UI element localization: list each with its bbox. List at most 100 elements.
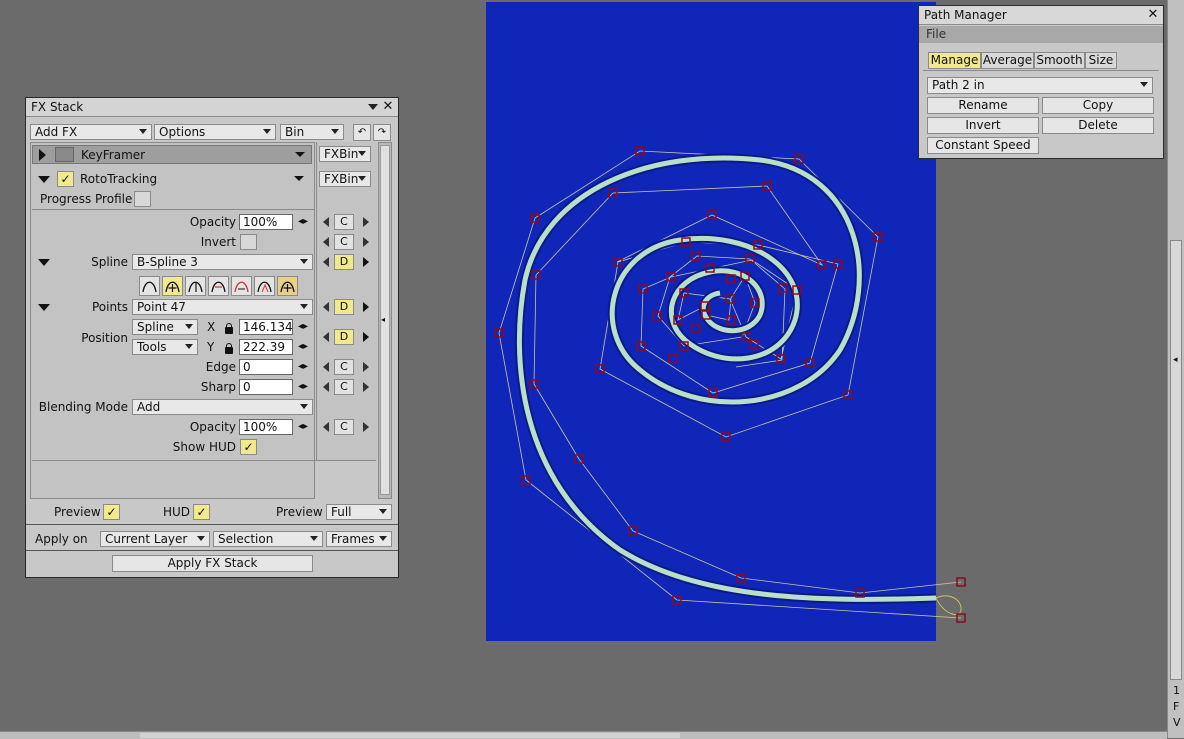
next-key-icon[interactable] — [363, 362, 369, 372]
smooth-shape-icon[interactable] — [208, 276, 229, 296]
apply-fx-stack-button[interactable]: Apply FX Stack — [112, 555, 313, 572]
points-label: Points — [91, 300, 128, 314]
keyframer-enable-checkbox[interactable] — [55, 147, 74, 162]
close-icon[interactable]: ✕ — [381, 98, 395, 116]
sharp-shape-icon[interactable] — [254, 276, 275, 296]
show-hud-checkbox[interactable]: ✓ — [240, 439, 257, 455]
opacity-input[interactable]: 100% — [239, 214, 293, 230]
rename-button[interactable]: Rename — [927, 97, 1039, 114]
copy-button[interactable]: Copy — [1042, 97, 1154, 114]
invert-checkbox[interactable] — [240, 234, 257, 250]
next-key-icon[interactable] — [363, 382, 369, 392]
blending-mode-dropdown[interactable]: Add — [132, 399, 313, 415]
position-keyframe-button[interactable]: D — [334, 329, 354, 345]
spline-keyframe-button[interactable]: D — [334, 254, 354, 270]
keyframer-row[interactable]: KeyFramer — [32, 145, 312, 164]
apply-selection-dropdown[interactable]: Selection — [213, 531, 323, 547]
expand-icon[interactable] — [39, 149, 46, 161]
prev-key-icon[interactable] — [323, 362, 329, 372]
position-x-input[interactable]: 146.134 — [239, 319, 293, 335]
keyframer-fxbin-dropdown[interactable]: FXBin — [319, 146, 371, 162]
apply-frames-dropdown[interactable]: Frames — [326, 531, 392, 547]
preview-mode-dropdown[interactable]: Full — [326, 504, 392, 520]
apply-layer-dropdown[interactable]: Current Layer — [100, 531, 210, 547]
tab-size[interactable]: Size — [1085, 52, 1117, 69]
tangent-shape-icon[interactable] — [185, 276, 206, 296]
drag-arrows-icon[interactable]: ◂▸ — [298, 341, 308, 353]
drag-arrows-icon[interactable]: ◂▸ — [298, 216, 308, 228]
params-divider — [32, 209, 314, 210]
sharp-keyframe-button[interactable]: C — [334, 379, 354, 395]
invert-button[interactable]: Invert — [927, 117, 1039, 134]
bin-dropdown[interactable]: Bin — [280, 124, 344, 140]
next-key-icon[interactable] — [363, 217, 369, 227]
panel-menu-icon[interactable] — [368, 104, 378, 110]
scroll-thumb[interactable] — [1170, 240, 1182, 680]
next-key-icon[interactable] — [363, 422, 369, 432]
opacity2-keyframe-button[interactable]: C — [334, 419, 354, 435]
right-scrollbar[interactable]: ◂ 1 F V — [1167, 0, 1184, 738]
position-x-mode-dropdown[interactable]: Spline — [132, 319, 198, 335]
spline-collapse-icon[interactable] — [38, 259, 50, 266]
options-dropdown[interactable]: Options — [154, 124, 276, 140]
drag-arrows-icon[interactable]: ◂▸ — [298, 381, 308, 393]
lock-icon[interactable] — [225, 323, 233, 334]
preview-checkbox[interactable]: ✓ — [103, 504, 120, 520]
add-point-shape-icon[interactable] — [162, 276, 183, 296]
points-keyframe-button[interactable]: D — [334, 299, 354, 315]
constant-speed-button[interactable]: Constant Speed — [927, 137, 1039, 154]
points-collapse-icon[interactable] — [38, 304, 50, 311]
delete-button[interactable]: Delete — [1042, 117, 1154, 134]
hud-checkbox[interactable]: ✓ — [193, 504, 210, 520]
rototracking-enable-checkbox[interactable]: ✓ — [57, 171, 74, 187]
position-y-input[interactable]: 222.39 — [239, 339, 293, 355]
next-key-icon[interactable] — [363, 237, 369, 247]
rototracking-fxbin-dropdown[interactable]: FXBin — [319, 171, 371, 187]
drag-arrows-icon[interactable]: ◂▸ — [298, 321, 308, 333]
prev-key-icon[interactable] — [323, 382, 329, 392]
undo-icon[interactable]: ↶ — [353, 124, 371, 141]
collapse-icon[interactable] — [38, 176, 50, 183]
prev-key-icon[interactable] — [323, 422, 329, 432]
chevron-down-icon[interactable] — [295, 152, 305, 157]
redo-icon[interactable]: ↷ — [373, 124, 391, 141]
opacity2-input[interactable]: 100% — [239, 419, 293, 435]
invert-keyframe-button[interactable]: C — [334, 234, 354, 250]
drag-arrows-icon[interactable]: ◂▸ — [298, 361, 308, 373]
fx-stack-panel: FX Stack ✕ Add FX Options Bin ↶ ↷ ◂ KeyF… — [25, 97, 399, 578]
prev-key-icon[interactable] — [323, 257, 329, 267]
fx-list-scrollbar[interactable]: ◂ — [378, 142, 392, 499]
next-key-icon[interactable] — [363, 332, 369, 342]
lock-icon[interactable] — [225, 343, 233, 354]
bezier-shape-icon[interactable] — [139, 276, 160, 296]
edge-input[interactable]: 0 — [239, 359, 293, 375]
drag-arrows-icon[interactable]: ◂▸ — [298, 421, 308, 433]
position-label: Position — [81, 331, 128, 345]
prev-key-icon[interactable] — [323, 332, 329, 342]
sharp-input[interactable]: 0 — [239, 379, 293, 395]
prev-key-icon[interactable] — [323, 237, 329, 247]
close-icon[interactable]: ✕ — [1146, 6, 1160, 24]
prev-key-icon[interactable] — [323, 302, 329, 312]
progress-profile-button[interactable] — [134, 191, 151, 207]
rototracking-label: RotoTracking — [80, 172, 158, 186]
edge-keyframe-button[interactable]: C — [334, 359, 354, 375]
points-dropdown[interactable]: Point 47 — [132, 299, 313, 315]
file-menu[interactable]: File — [926, 26, 946, 42]
tab-average[interactable]: Average — [981, 52, 1034, 69]
path-dropdown[interactable]: Path 2 in — [927, 77, 1153, 94]
rototracking-row[interactable]: ✓ RotoTracking — [32, 170, 312, 188]
tab-manage[interactable]: Manage — [928, 52, 981, 69]
opacity-keyframe-button[interactable]: C — [334, 214, 354, 230]
next-key-icon[interactable] — [363, 302, 369, 312]
add-fx-dropdown[interactable]: Add FX — [30, 124, 152, 140]
warning-shape-icon[interactable] — [277, 276, 298, 296]
next-key-icon[interactable] — [363, 257, 369, 267]
tab-smooth[interactable]: Smooth — [1034, 52, 1085, 69]
prev-key-icon[interactable] — [323, 217, 329, 227]
red-curve-shape-icon[interactable] — [231, 276, 252, 296]
position-y-mode-dropdown[interactable]: Tools — [132, 339, 198, 355]
chevron-down-icon[interactable] — [294, 176, 304, 181]
apply-divider — [26, 550, 398, 551]
spline-dropdown[interactable]: B-Spline 3 — [132, 254, 313, 270]
